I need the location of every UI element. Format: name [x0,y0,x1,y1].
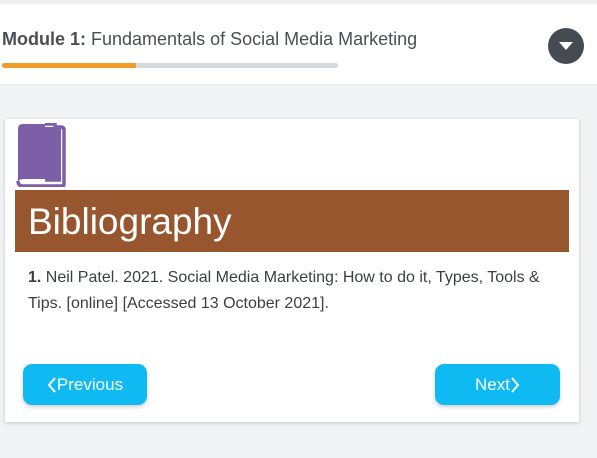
entry-text: Neil Patel. 2021. Social Media Marketing… [28,269,540,312]
book-icon [16,123,66,187]
previous-button[interactable]: Previous [23,364,147,405]
previous-label: Previous [56,374,124,394]
chevron-left-icon [47,376,56,393]
content-card: Bibliography 1. Neil Patel. 2021. Social… [5,119,579,422]
chevron-down-icon [559,42,573,50]
module-number: Module 1: [2,29,86,49]
entry-number: 1. [28,269,42,286]
next-button[interactable]: Next [435,364,560,405]
page: Module 1: Fundamentals of Social Media M… [0,0,597,458]
bibliography-banner: Bibliography [15,190,569,252]
module-name: Fundamentals of Social Media Marketing [91,29,418,49]
module-header: Module 1: Fundamentals of Social Media M… [0,0,597,84]
header-divider [0,0,597,4]
module-toggle-button[interactable] [548,28,584,64]
bibliography-entry: 1. Neil Patel. 2021. Social Media Market… [28,265,548,317]
module-progress-bar [2,63,338,68]
module-progress-fill [2,63,137,68]
module-title: Module 1: Fundamentals of Social Media M… [2,29,417,50]
bibliography-title: Bibliography [28,201,232,242]
next-label: Next [475,374,510,394]
chevron-right-icon [511,376,520,393]
